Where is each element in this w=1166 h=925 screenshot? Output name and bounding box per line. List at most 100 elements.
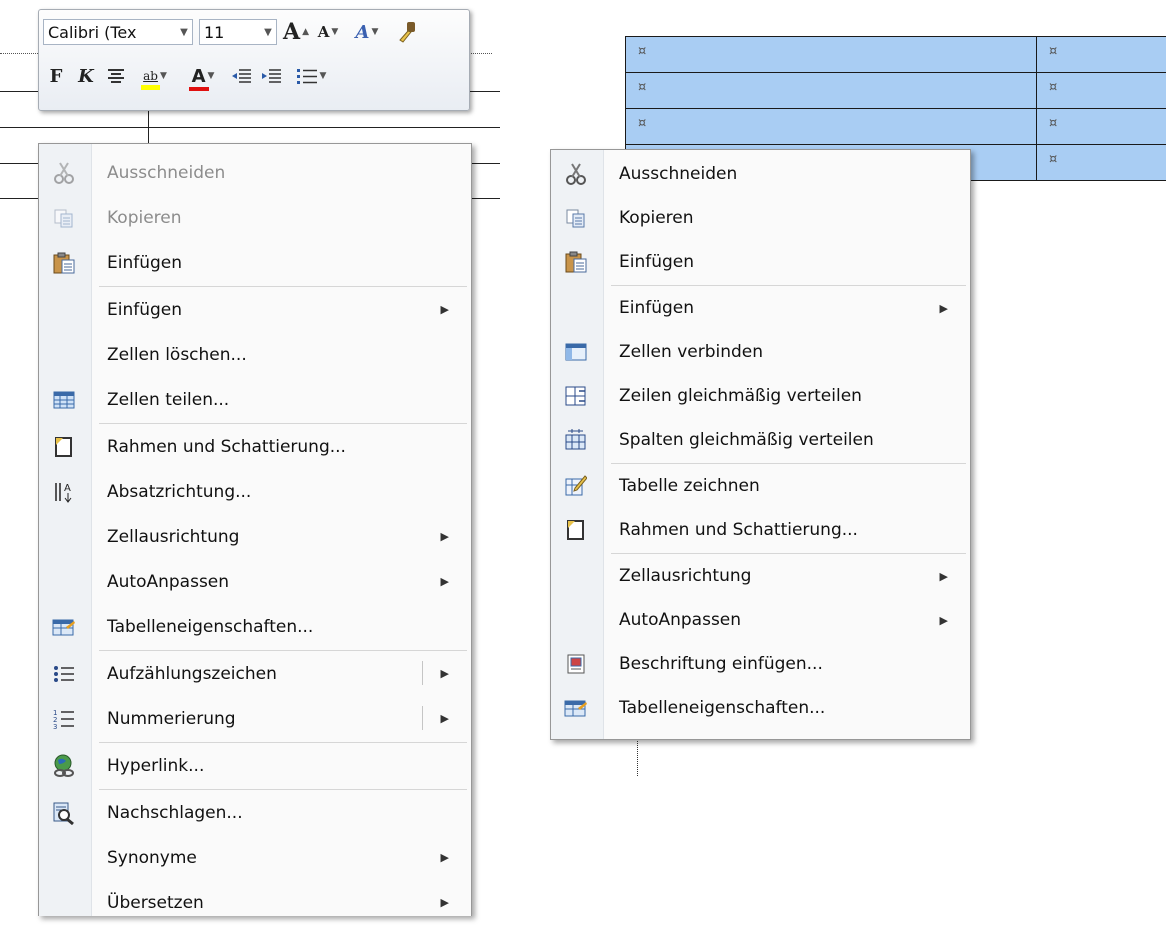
chevron-down-icon[interactable]: ▼ (260, 27, 276, 38)
menu-item-absatzrichtung[interactable]: A Absatzrichtung... (39, 469, 471, 514)
decrease-indent-button[interactable] (229, 62, 255, 90)
split-divider (422, 706, 423, 730)
mini-toolbar: Calibri (Tex ▼ 11 ▼ A ▲ A ▼ A ▼ F K ab ▼… (38, 9, 470, 111)
menu-item-ausschneiden[interactable]: Ausschneiden (551, 152, 970, 196)
menu-item-label: Ausschneiden (107, 162, 226, 183)
shrink-font-button[interactable]: A ▼ (315, 18, 341, 46)
menu-item-nachschlagen[interactable]: Nachschlagen... (39, 790, 471, 835)
italic-button[interactable]: K (73, 62, 99, 90)
menu-item-rahmen-und-schattierung[interactable]: Rahmen und Schattierung... (551, 508, 970, 552)
table-cell[interactable]: ¤ (625, 72, 1037, 109)
table-cell[interactable]: ¤ (1036, 108, 1166, 145)
table-cell[interactable]: ¤ (625, 36, 1037, 73)
menu-item-hyperlink[interactable]: Hyperlink... (39, 743, 471, 788)
submenu-arrow-icon[interactable]: ▶ (441, 530, 449, 543)
table-cell[interactable]: ¤ (625, 108, 1037, 145)
decrease-indent-icon (232, 69, 251, 83)
scissors-icon (51, 160, 77, 186)
format-painter-icon (399, 22, 415, 43)
menu-item-autoanpassen[interactable]: AutoAnpassen ▶ (551, 598, 970, 642)
menu-item-einfügen[interactable]: Einfügen ▶ (39, 287, 471, 332)
menu-item-einfügen[interactable]: Einfügen ▶ (551, 286, 970, 330)
table-border-line (0, 127, 500, 128)
submenu-arrow-icon[interactable]: ▶ (441, 896, 449, 909)
text-effects-icon: A (355, 21, 370, 43)
menu-item-label: Zellausrichtung (619, 566, 752, 586)
table-properties-icon (563, 695, 589, 721)
paste-icon (563, 249, 589, 275)
borders-icon (51, 434, 77, 460)
highlight-button[interactable]: ab ▼ (133, 62, 177, 90)
submenu-arrow-icon[interactable]: ▶ (940, 302, 948, 315)
submenu-arrow-icon[interactable]: ▶ (940, 570, 948, 583)
grow-font-button[interactable]: A ▲ (283, 18, 309, 46)
menu-item-übersetzen[interactable]: Übersetzen ▶ (39, 880, 471, 925)
menu-item-zellausrichtung[interactable]: Zellausrichtung ▶ (39, 514, 471, 559)
center-align-button[interactable] (103, 62, 129, 90)
bold-label: F (49, 65, 63, 87)
submenu-arrow-icon[interactable]: ▶ (940, 614, 948, 627)
submenu-arrow-icon[interactable]: ▶ (441, 712, 449, 725)
font-size-combo[interactable]: 11 ▼ (199, 19, 277, 45)
submenu-arrow-icon[interactable]: ▶ (441, 575, 449, 588)
menu-item-tabelle-zeichnen[interactable]: Tabelle zeichnen (551, 464, 970, 508)
menu-item-zellen-teilen[interactable]: Zellen teilen... (39, 377, 471, 422)
hyperlink-icon (51, 753, 77, 779)
menu-item-label: Zellen teilen... (107, 389, 230, 410)
font-color-button[interactable]: A ▼ (181, 62, 225, 91)
menu-item-einfügen[interactable]: Einfügen (39, 240, 471, 285)
caption-icon (563, 651, 589, 677)
cell-end-mark: ¤ (1049, 80, 1058, 95)
submenu-arrow-icon[interactable]: ▶ (441, 667, 449, 680)
menu-item-label: Einfügen (619, 252, 695, 272)
menu-item-label: Rahmen und Schattierung... (107, 436, 346, 457)
cell-end-mark: ¤ (1049, 44, 1058, 59)
increase-indent-icon (262, 69, 281, 83)
menu-item-label: Zellausrichtung (107, 526, 240, 547)
cell-end-mark: ¤ (1049, 152, 1058, 167)
cell-end-mark: ¤ (638, 116, 647, 131)
split-divider (422, 661, 423, 685)
merge-cells-icon (563, 339, 589, 365)
chevron-down-icon[interactable]: ▼ (176, 27, 192, 38)
menu-item-label: Tabelleneigenschaften... (619, 698, 826, 718)
font-name-combo[interactable]: Calibri (Tex ▼ (43, 19, 193, 45)
table-cell[interactable]: ¤ (1036, 72, 1166, 109)
menu-item-label: Kopieren (107, 207, 182, 228)
menu-item-zellen-löschen[interactable]: Zellen löschen... (39, 332, 471, 377)
menu-item-tabelleneigenschaften[interactable]: Tabelleneigenschaften... (551, 686, 970, 730)
menu-item-label: Hyperlink... (107, 755, 205, 776)
bold-button[interactable]: F (43, 62, 69, 90)
menu-item-einfügen[interactable]: Einfügen (551, 240, 970, 284)
context-menu-left: Ausschneiden Kopieren Einfügen Einfügen ▶ Zel… (38, 143, 472, 916)
table-cell[interactable]: ¤ (1036, 36, 1166, 73)
menu-item-rahmen-und-schattierung[interactable]: Rahmen und Schattierung... (39, 424, 471, 469)
menu-item-label: Nachschlagen... (107, 802, 243, 823)
menu-item-kopieren[interactable]: Kopieren (551, 196, 970, 240)
menu-item-label: AutoAnpassen (107, 571, 230, 592)
font-name-value: Calibri (Tex (48, 22, 137, 42)
menu-item-spalten-gleichmäßig-verteilen[interactable]: Spalten gleichmäßig verteilen (551, 418, 970, 462)
menu-item-label: AutoAnpassen (619, 610, 742, 630)
bullets-button[interactable]: ▼ (289, 62, 333, 90)
menu-item-autoanpassen[interactable]: AutoAnpassen ▶ (39, 559, 471, 604)
format-painter-button[interactable] (393, 18, 419, 46)
copy-icon (51, 205, 77, 231)
menu-item-label: Beschriftung einfügen... (619, 654, 823, 674)
increase-indent-button[interactable] (259, 62, 285, 90)
menu-item-tabelleneigenschaften[interactable]: Tabelleneigenschaften... (39, 604, 471, 649)
menu-item-beschriftung-einfügen[interactable]: Beschriftung einfügen... (551, 642, 970, 686)
menu-item-zeilen-gleichmäßig-verteilen[interactable]: Zeilen gleichmäßig verteilen (551, 374, 970, 418)
menu-item-nummerierung[interactable]: 1 2 3 Nummerierung ▶ (39, 696, 471, 741)
menu-item-zellen-verbinden[interactable]: Zellen verbinden (551, 330, 970, 374)
menu-item-label: Ausschneiden (619, 164, 738, 184)
menu-item-zellausrichtung[interactable]: Zellausrichtung ▶ (551, 554, 970, 598)
submenu-arrow-icon[interactable]: ▶ (441, 851, 449, 864)
text-effects-button[interactable]: A ▼ (347, 18, 387, 46)
table-properties-icon (51, 614, 77, 640)
menu-item-aufzählungszeichen[interactable]: Aufzählungszeichen ▶ (39, 651, 471, 696)
submenu-arrow-icon[interactable]: ▶ (441, 303, 449, 316)
menu-item-synonyme[interactable]: Synonyme ▶ (39, 835, 471, 880)
highlight-icon: ab (141, 69, 160, 90)
table-cell[interactable]: ¤ (1036, 144, 1166, 181)
